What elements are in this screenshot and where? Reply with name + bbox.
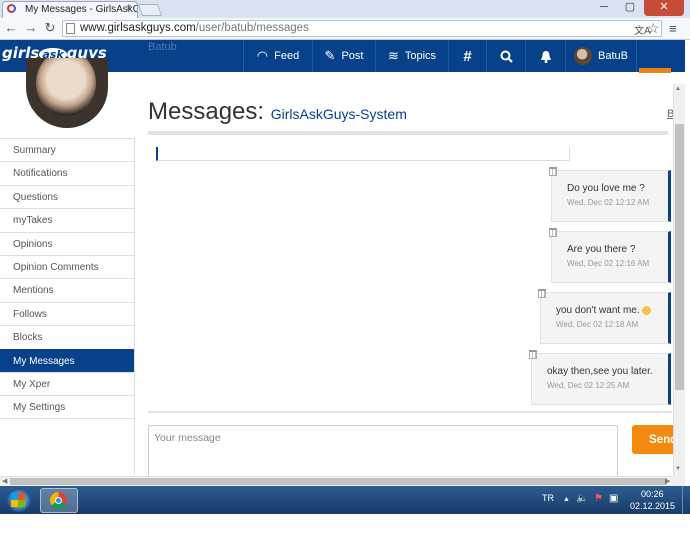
message-bubble: Do you love me ? Wed, Dec 02 12:12 AM xyxy=(551,170,671,222)
bell-icon xyxy=(540,50,551,63)
page-title: Messages: GirlsAskGuys-System xyxy=(148,98,407,126)
nav-topics-label: Topics xyxy=(404,50,437,62)
sidebar-item-my-settings[interactable]: My Settings xyxy=(0,395,134,419)
action-center-flag-icon[interactable]: ⚑ xyxy=(594,493,603,504)
sidebar-item-follows[interactable]: Follows xyxy=(0,301,134,326)
sidebar-item-opinions[interactable]: Opinions xyxy=(0,231,134,255)
menu-icon[interactable]: ≡ xyxy=(669,21,677,36)
sidebar-item-opinion-comments[interactable]: Opinion Comments xyxy=(0,254,134,279)
message-timestamp: Wed, Dec 02 12:12 AM xyxy=(567,198,650,207)
nav-topics[interactable]: ≋ Topics xyxy=(375,40,448,72)
url-text[interactable]: www.girlsaskguys.com/user/batub/messages xyxy=(80,22,309,34)
message-timestamp: Wed, Dec 02 12:25 AM xyxy=(547,381,630,390)
post-icon: ✎ xyxy=(324,48,336,63)
window-minimize-button[interactable]: ─ xyxy=(592,0,616,16)
message-input[interactable] xyxy=(148,425,618,477)
page-icon xyxy=(66,23,75,34)
send-button[interactable]: Send xyxy=(632,425,677,454)
language-indicator[interactable]: TR xyxy=(542,493,554,503)
message-text: okay then,see you later. xyxy=(547,366,660,377)
message-text: Are you there ? xyxy=(567,244,660,255)
page-title-label: Messages: xyxy=(148,98,265,125)
thread-top-box xyxy=(156,147,570,161)
tray-expand-icon[interactable]: ▲ xyxy=(563,496,570,503)
window-close-button[interactable]: ✕ xyxy=(644,0,684,16)
clock-time[interactable]: 00:26 xyxy=(641,489,664,499)
url-host: www.girlsaskguys.com xyxy=(80,22,196,34)
sidebar-divider xyxy=(134,138,135,475)
title-divider xyxy=(148,131,668,135)
nav-feed[interactable]: ◠ Feed xyxy=(243,40,312,72)
search-icon xyxy=(500,50,513,63)
nav-post[interactable]: ✎ Post xyxy=(312,40,375,72)
header-username-shadow: Batub xyxy=(148,41,177,53)
feed-icon: ◠ xyxy=(256,48,269,63)
sidebar-item-notifications[interactable]: Notifications xyxy=(0,161,134,185)
trash-icon[interactable] xyxy=(549,167,557,176)
nav-hashtag[interactable]: # xyxy=(448,40,486,72)
trash-icon[interactable] xyxy=(538,289,546,298)
avatar xyxy=(574,47,593,65)
loading-spinner-icon xyxy=(7,4,16,13)
sidebar-item-mentions[interactable]: Mentions xyxy=(0,278,134,302)
message-text-content: okay then,see you later. xyxy=(547,366,653,377)
url-path: /user/batub/messages xyxy=(195,22,309,34)
profile-photo[interactable] xyxy=(26,58,108,128)
network-icon[interactable]: ▣ xyxy=(609,493,618,504)
nav-username: BatuB xyxy=(598,50,628,62)
sidebar-item-summary[interactable]: Summary xyxy=(0,138,134,162)
show-desktop-button[interactable] xyxy=(682,486,690,514)
scroll-down-arrow-icon[interactable]: ▼ xyxy=(675,466,681,472)
sidebar-item-my-messages[interactable]: My Messages xyxy=(0,348,134,372)
scroll-left-arrow-icon[interactable]: ◀ xyxy=(2,477,7,485)
message-text: Do you love me ? xyxy=(567,183,660,194)
conversation-partner-link[interactable]: GirlsAskGuys-System xyxy=(271,106,407,122)
message-text-content: Are you there ? xyxy=(567,244,636,255)
sidebar-bottom-border xyxy=(0,418,134,419)
scrollbar-corner xyxy=(673,476,685,486)
sidebar-item-my-xper[interactable]: My Xper xyxy=(0,371,134,396)
chrome-icon-center xyxy=(55,497,62,504)
new-tab-button[interactable] xyxy=(137,4,163,16)
orange-accent-strip xyxy=(639,68,671,73)
back-button[interactable]: ← xyxy=(4,20,18,36)
message-text-content: you don't want me. xyxy=(556,305,640,316)
trash-icon[interactable] xyxy=(549,228,557,237)
vertical-scroll-thumb[interactable] xyxy=(675,124,684,390)
clock-date[interactable]: 02.12.2015 xyxy=(630,501,675,511)
message-timestamp: Wed, Dec 02 12:16 AM xyxy=(567,259,650,268)
profile-face xyxy=(36,58,96,116)
sidebar-item-questions[interactable]: Questions xyxy=(0,184,134,209)
message-bubble: okay then,see you later. Wed, Dec 02 12:2… xyxy=(531,353,671,405)
scroll-up-arrow-icon[interactable]: ▲ xyxy=(675,86,681,92)
nav-search[interactable] xyxy=(486,40,525,72)
sidebar-item-mytakes[interactable]: myTakes xyxy=(0,208,134,232)
scroll-right-arrow-icon[interactable]: ▶ xyxy=(665,477,670,485)
sad-emoji-icon xyxy=(641,305,651,315)
message-text-content: Do you love me ? xyxy=(567,183,645,194)
message-timestamp: Wed, Dec 02 12:18 AM xyxy=(556,320,639,329)
window-maximize-button[interactable]: ▢ xyxy=(618,0,642,16)
tab-close-icon[interactable]: × xyxy=(126,3,132,14)
nav-feed-label: Feed xyxy=(274,50,300,62)
browser-tab[interactable]: My Messages - GirlsAskG xyxy=(2,1,138,18)
forward-button[interactable]: → xyxy=(24,20,38,36)
topics-icon: ≋ xyxy=(387,48,399,63)
message-text: you don't want me. xyxy=(556,305,660,316)
star-icon[interactable]: ☆ xyxy=(647,20,660,37)
nav-post-label: Post xyxy=(341,50,364,62)
volume-icon[interactable]: 🔈 xyxy=(576,493,588,504)
sidebar-menu: Summary Notifications Questions myTakes Opin… xyxy=(0,138,134,419)
windows-logo-icon xyxy=(11,493,25,507)
compose-divider xyxy=(148,411,672,413)
message-bubble: Are you there ? Wed, Dec 02 12:16 AM xyxy=(551,231,671,283)
nav-notifications[interactable] xyxy=(525,40,565,72)
message-bubble: you don't want me. Wed, Dec 02 12:18 AM xyxy=(540,292,671,344)
trash-icon[interactable] xyxy=(529,350,537,359)
sidebar-item-blocks[interactable]: Blocks xyxy=(0,325,134,349)
horizontal-scroll-thumb[interactable] xyxy=(10,478,667,485)
tab-title: My Messages - GirlsAskG xyxy=(25,4,138,15)
reload-button[interactable]: ↻ xyxy=(43,20,57,36)
nav-user-menu[interactable]: BatuB xyxy=(565,40,637,72)
